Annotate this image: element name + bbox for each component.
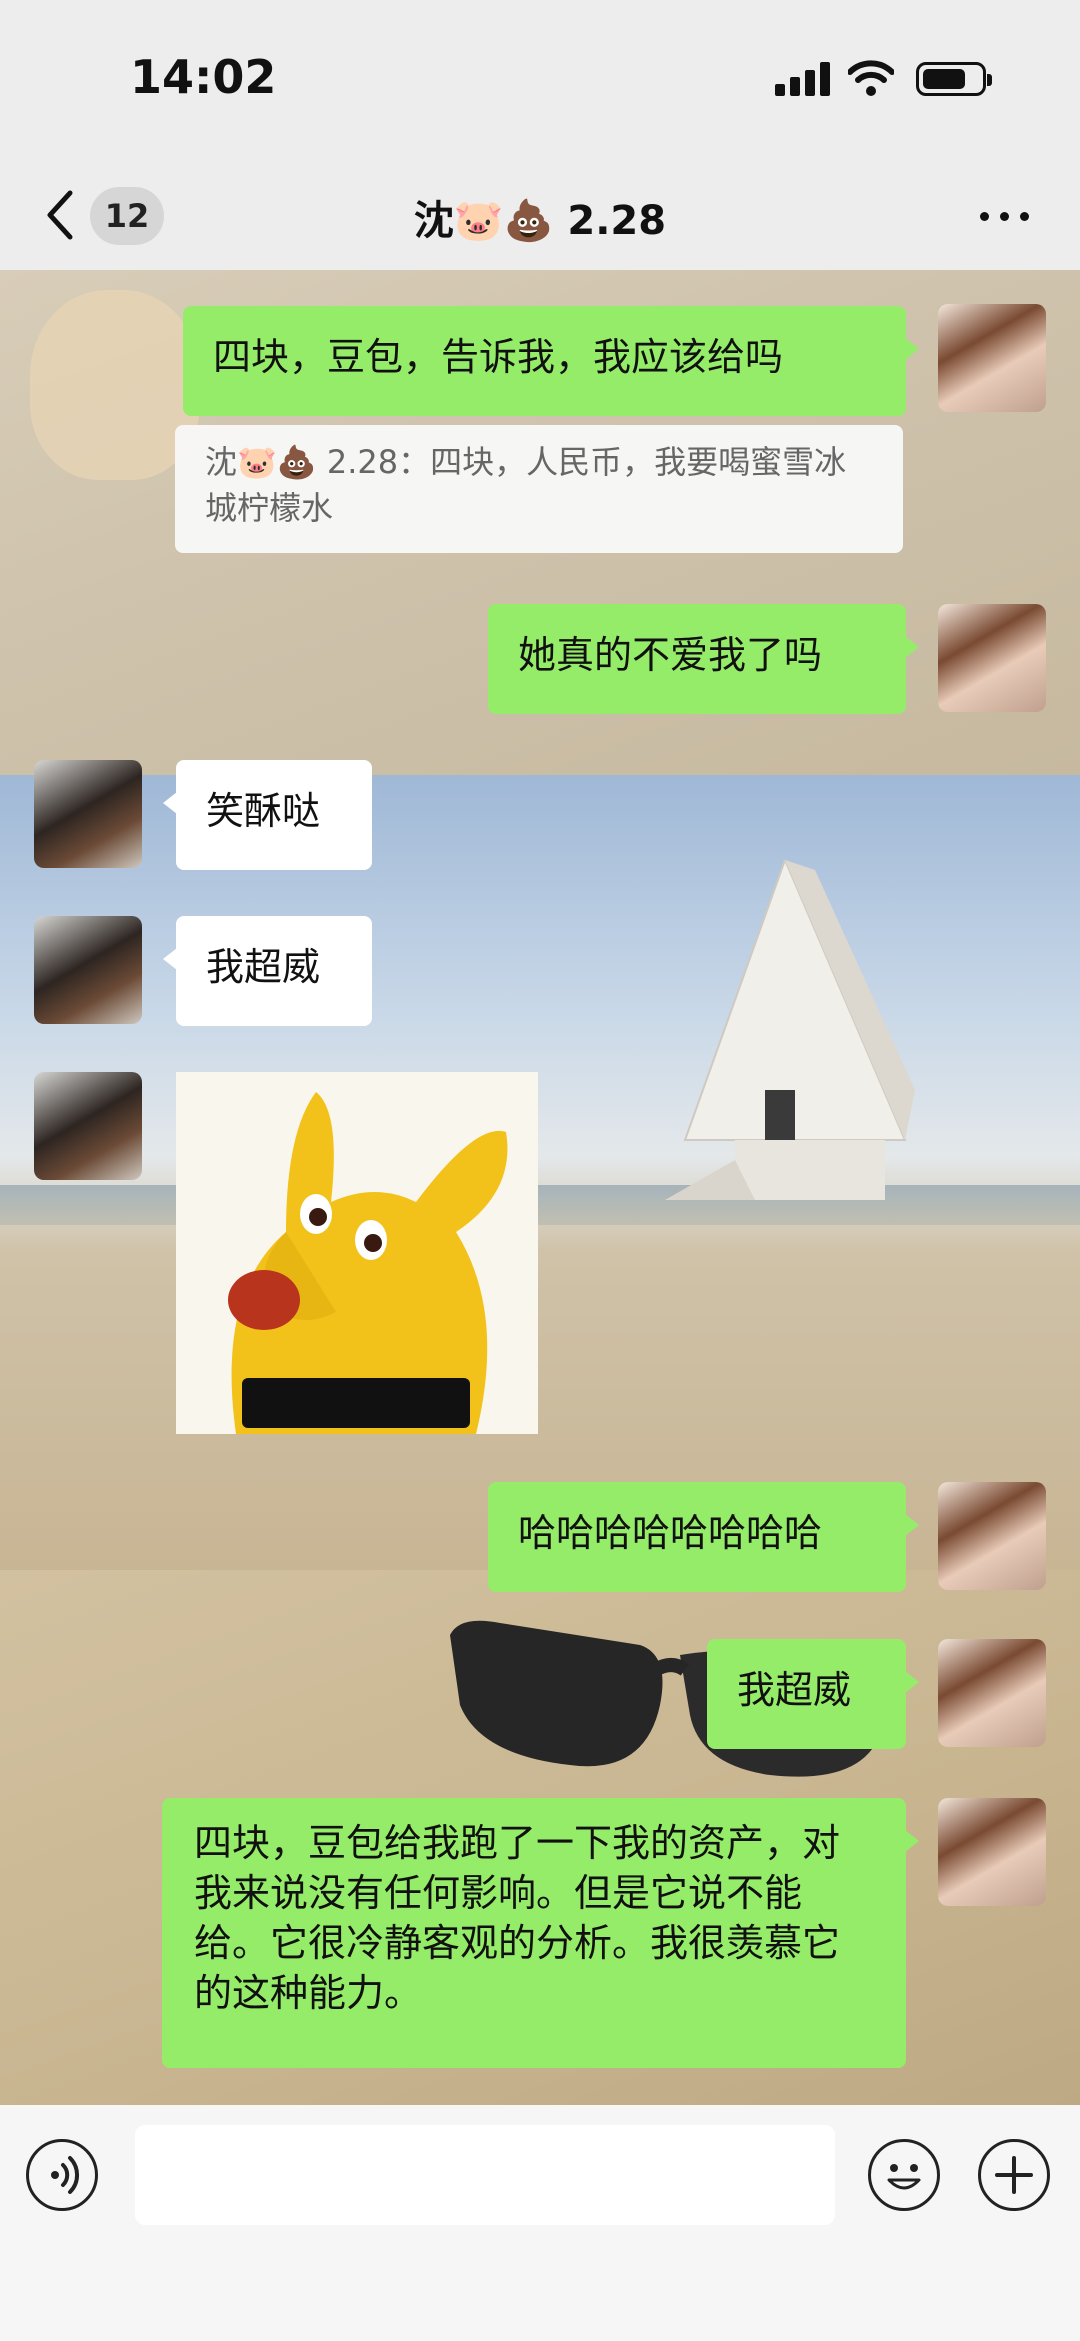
message-input[interactable] [135, 2125, 835, 2225]
message-bubble-received[interactable]: 笑酥哒 [163, 760, 372, 870]
kangaroo-sticker-icon [176, 1072, 538, 1434]
wifi-icon [848, 60, 894, 96]
background-church-image [665, 860, 915, 1200]
more-icon[interactable] [980, 200, 1030, 230]
message-bubble-sent[interactable]: 她真的不爱我了吗 [488, 604, 919, 714]
signal-icon [775, 62, 831, 96]
emoji-icon[interactable] [868, 2139, 940, 2211]
message-bubble-sent[interactable]: 四块，豆包，告诉我，我应该给吗 [183, 306, 919, 416]
sticker-message[interactable] [176, 1072, 538, 1434]
avatar-contact[interactable] [34, 1072, 142, 1180]
input-bar [0, 2105, 1080, 2341]
battery-icon [916, 62, 992, 96]
avatar-self[interactable] [938, 1482, 1046, 1590]
avatar-contact[interactable] [34, 916, 142, 1024]
message-bubble-sent[interactable]: 我超威 [707, 1639, 919, 1749]
chat-title: 沈🐷💩 2.28 [413, 198, 667, 244]
plus-icon[interactable] [978, 2139, 1050, 2211]
avatar-self[interactable] [938, 1798, 1046, 1906]
avatar-self[interactable] [938, 1639, 1046, 1747]
avatar-self[interactable] [938, 304, 1046, 412]
quoted-message[interactable]: 沈🐷💩 2.28：四块，人民币，我要喝蜜雪冰城柠檬水 [175, 425, 903, 553]
voice-icon[interactable] [26, 2139, 98, 2211]
status-bar: 14:02 [0, 0, 1080, 160]
chat-header: 12 沈🐷💩 2.28 [0, 160, 1080, 270]
message-bubble-sent[interactable]: 哈哈哈哈哈哈哈哈 [488, 1482, 919, 1592]
message-bubble-sent[interactable]: 四块，豆包给我跑了一下我的资产，对我来说没有任何影响。但是它说不能给。它很冷静客… [162, 1798, 919, 2068]
message-bubble-received[interactable]: 我超威 [163, 916, 372, 1026]
avatar-self[interactable] [938, 604, 1046, 712]
avatar-contact[interactable] [34, 760, 142, 868]
chat-area[interactable]: 四块，豆包，告诉我，我应该给吗 沈🐷💩 2.28：四块，人民币，我要喝蜜雪冰城柠… [0, 270, 1080, 2105]
status-time: 14:02 [130, 50, 277, 104]
